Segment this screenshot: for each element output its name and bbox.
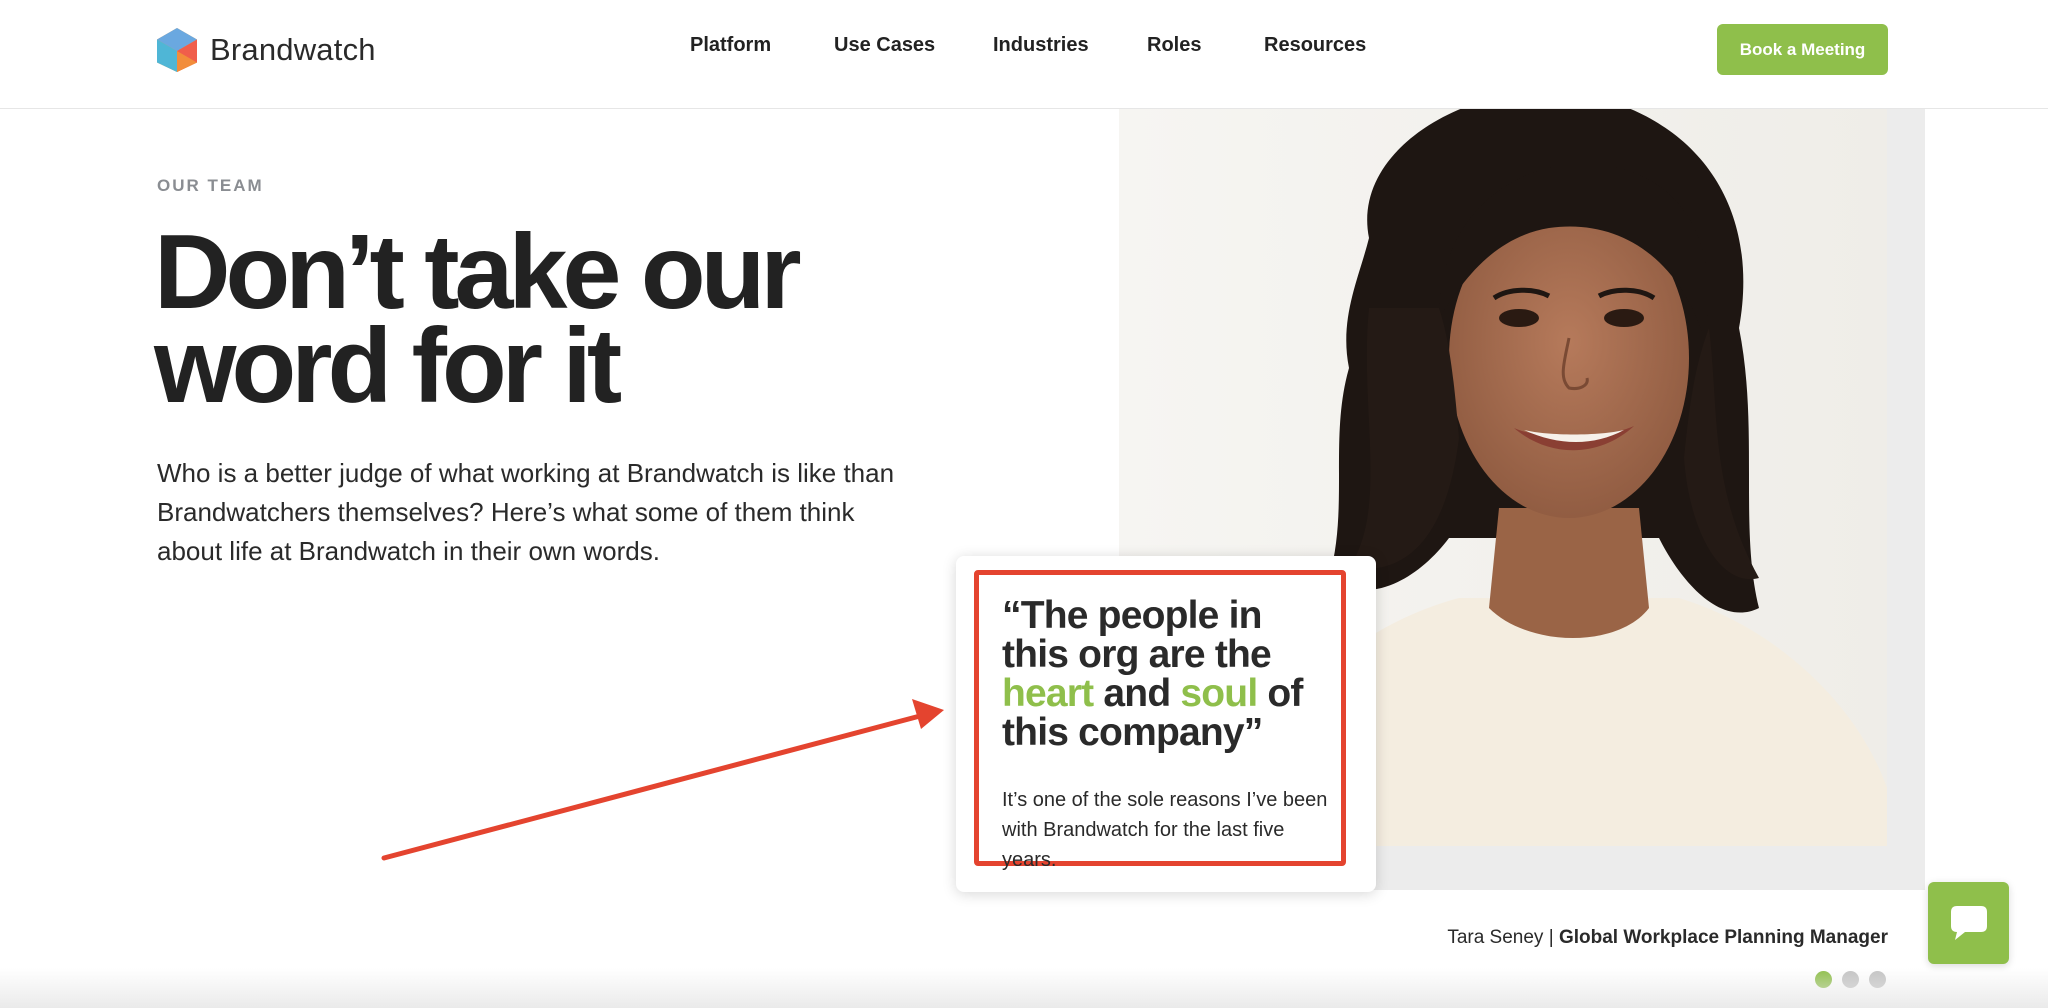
brand-name: Brandwatch: [210, 32, 376, 67]
bottom-fade: [0, 968, 2048, 1008]
nav-item-resources[interactable]: Resources: [1264, 34, 1366, 57]
intro-paragraph: Who is a better judge of what working at…: [157, 458, 895, 566]
page: Brandwatch Platform Use Cases Industries…: [0, 0, 2048, 1008]
nav-item-roles[interactable]: Roles: [1147, 34, 1201, 57]
quote-text-part-1: “The people in this org are the: [1002, 594, 1272, 676]
testimonial-body: It’s one of the sole reasons I’ve been w…: [1002, 789, 1328, 871]
brandwatch-hexagon-logo-icon: [157, 28, 197, 72]
section-eyebrow: OUR TEAM: [157, 176, 264, 195]
chat-button[interactable]: [1928, 882, 2009, 964]
quote-highlight-soul: soul: [1180, 672, 1258, 715]
quote-text-part-2: and: [1093, 672, 1181, 715]
chat-bubble-icon: [1950, 906, 1987, 940]
attribution-name: Tara Seney: [1447, 927, 1544, 948]
page-title: Don’t take our word for it: [154, 219, 854, 419]
attribution-role: Global Workplace Planning Manager: [1558, 927, 1888, 948]
site-header: Brandwatch Platform Use Cases Industries…: [0, 0, 2048, 109]
brand-logo[interactable]: Brandwatch: [156, 26, 376, 74]
quote-highlight-heart: heart: [1002, 672, 1094, 715]
nav-item-industries[interactable]: Industries: [993, 34, 1089, 57]
testimonial-attribution: Tara Seney | Global Workplace Planning M…: [1447, 927, 1888, 949]
testimonial-quote: “The people in this org are the heart an…: [1002, 596, 1332, 752]
attribution-separator: |: [1543, 927, 1559, 948]
headline-line-2: word for it: [154, 307, 622, 425]
nav-item-platform[interactable]: Platform: [690, 34, 771, 57]
nav-item-use-cases[interactable]: Use Cases: [834, 34, 935, 57]
book-meeting-button[interactable]: Book a Meeting: [1717, 24, 1888, 75]
